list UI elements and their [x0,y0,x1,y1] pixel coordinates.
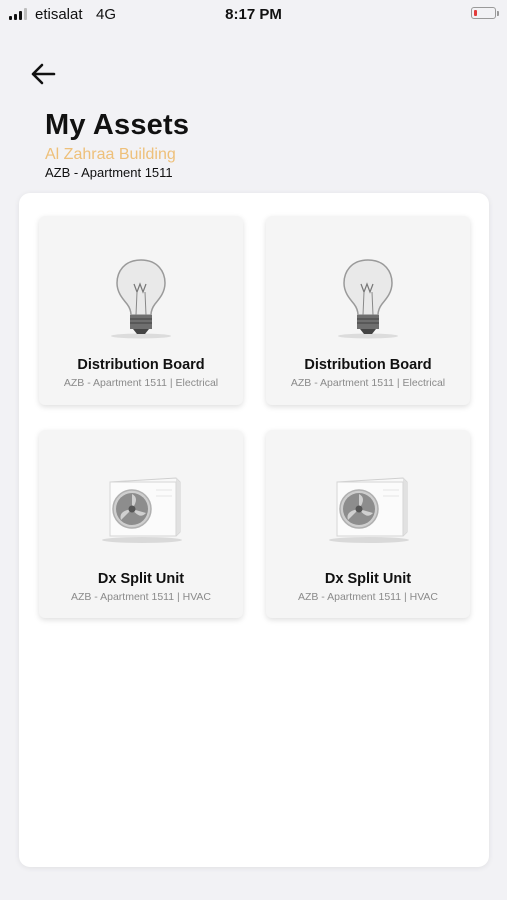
asset-name: Dx Split Unit [324,571,412,587]
arrow-left-icon[interactable] [29,60,57,88]
asset-details: AZB - Apartment 1511 | HVAC [70,591,212,603]
asset-card[interactable]: Distribution Board AZB - Apartment 1511 … [266,216,470,405]
asset-details: AZB - Apartment 1511 | Electrical [290,377,446,389]
ac-outdoor-unit-icon [39,474,243,546]
status-time: 8:17 PM [225,6,282,23]
page-title: My Assets [45,109,190,141]
battery-level [474,10,477,16]
asset-card[interactable]: Dx Split Unit AZB - Apartment 1511 | HVA… [266,430,470,618]
asset-details: AZB - Apartment 1511 | Electrical [63,377,219,389]
asset-name: Dx Split Unit [97,571,185,587]
light-bulb-icon [266,254,470,344]
asset-name: Distribution Board [77,357,205,373]
light-bulb-icon [39,254,243,344]
status-bar: etisalat 4G 8:17 PM [0,0,507,30]
ac-outdoor-unit-icon [266,474,470,546]
building-name: Al Zahraa Building [45,146,176,163]
asset-name: Distribution Board [304,357,432,373]
asset-card[interactable]: Distribution Board AZB - Apartment 1511 … [39,216,243,405]
asset-details: AZB - Apartment 1511 | HVAC [297,591,439,603]
asset-card[interactable]: Dx Split Unit AZB - Apartment 1511 | HVA… [39,430,243,618]
battery-icon [471,7,499,19]
back-button[interactable] [26,57,60,91]
unit-name: AZB - Apartment 1511 [45,165,173,180]
assets-panel: Distribution Board AZB - Apartment 1511 … [19,193,489,867]
